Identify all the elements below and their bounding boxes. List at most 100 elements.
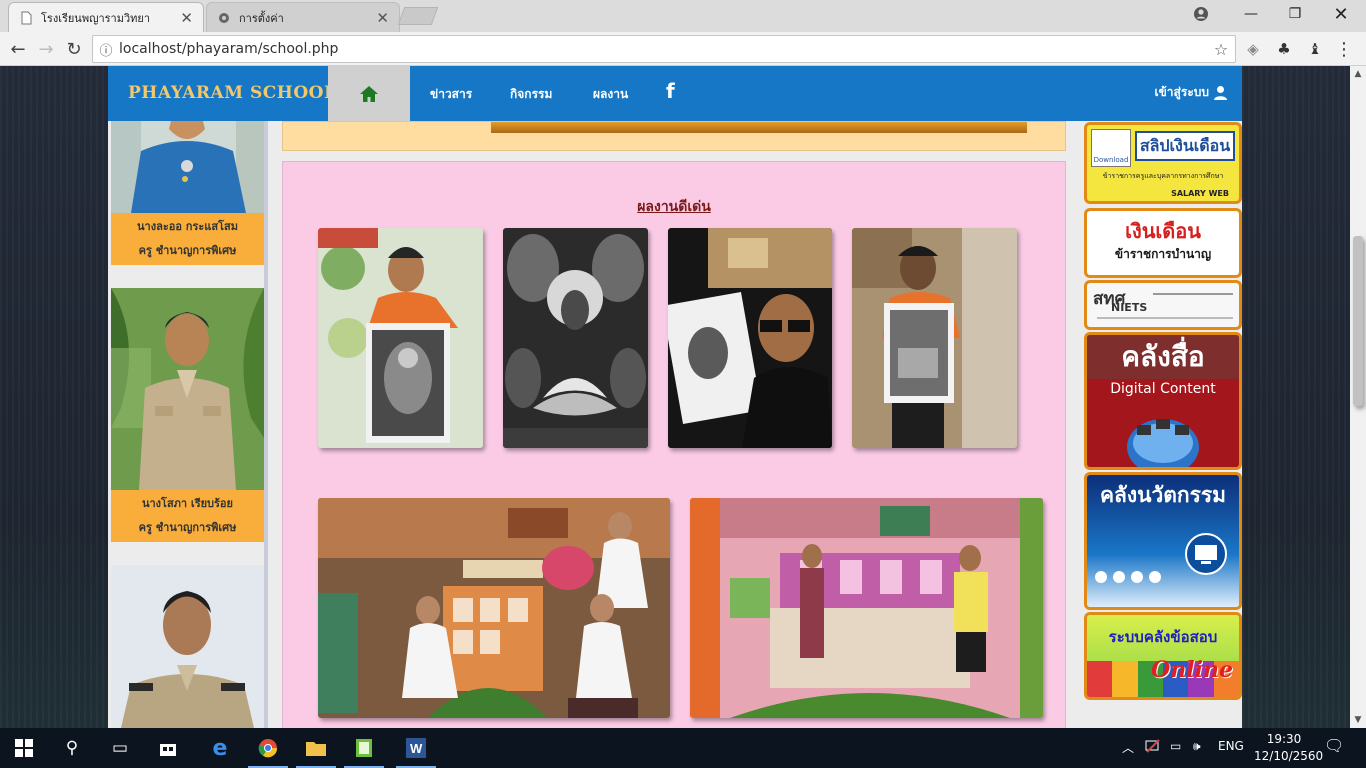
info-icon[interactable]: ⓘ	[93, 40, 119, 59]
tray-chevron-icon[interactable]: ︿	[1122, 739, 1134, 756]
svg-text:W: W	[410, 741, 423, 756]
pension-banner[interactable]: เงินเดือน ข้าราชการบำนาญ	[1087, 211, 1239, 275]
page-scrollbar[interactable]: ▲ ▼	[1350, 66, 1366, 728]
chrome-icon[interactable]	[244, 728, 292, 768]
school-site: PHAYARAM SCHOOL ข่าวสาร กิจกรรม ผลงาน f …	[108, 66, 1242, 728]
clock-time: 19:30	[1266, 732, 1302, 746]
new-tab-button[interactable]	[397, 7, 439, 25]
activity-image[interactable]	[318, 498, 670, 718]
works-section: ผลงานดีเด่น	[282, 161, 1066, 728]
teacher-name: นางโสภา เรียบร้อย	[141, 497, 233, 510]
teacher-photo	[111, 121, 264, 213]
download-icon: Download	[1091, 129, 1131, 167]
globe-icon	[1127, 419, 1199, 467]
close-window-button[interactable]: ✕	[1318, 0, 1364, 28]
teacher-caption: นางละออ กระแสโสม ครู ชำนาญการพิเศษ	[111, 213, 264, 265]
teacher-photo	[111, 288, 264, 490]
work-image[interactable]	[318, 228, 483, 448]
tab-school[interactable]: โรงเรียนพญารามวิทยา ✕	[8, 2, 204, 32]
teacher-sidebar: นางละออ กระแสโสม ครู ชำนาญการพิเศษ นางโส…	[108, 121, 268, 728]
facebook-icon[interactable]: f	[666, 79, 675, 103]
nav-news[interactable]: ข่าวสาร	[430, 85, 472, 104]
download-label: Download	[1093, 156, 1129, 164]
browser-tab-strip: โรงเรียนพญารามวิทยา ✕ การตั้งค่า ✕ — ❐ ✕	[0, 0, 1366, 32]
menu-icon[interactable]: ⋮	[1334, 39, 1354, 60]
pension-line1: เงินเดือน	[1125, 219, 1201, 243]
taskbar-clock[interactable]: 19:30 12/10/2560	[1254, 731, 1324, 765]
teacher-name: นางละออ กระแสโสม	[137, 220, 238, 233]
teacher-photo	[111, 565, 264, 728]
file-explorer-icon[interactable]	[292, 728, 340, 768]
close-icon[interactable]: ✕	[180, 9, 193, 27]
salary-tag: SALARY WEB	[1171, 189, 1229, 198]
home-icon	[360, 85, 378, 102]
digital-content-banner[interactable]: คลังสื่อ Digital Content	[1087, 335, 1239, 467]
scroll-thumb[interactable]	[1353, 236, 1363, 406]
site-brand[interactable]: PHAYARAM SCHOOL	[128, 83, 336, 103]
language-indicator[interactable]: ENG	[1218, 739, 1244, 753]
task-view-icon[interactable]: ▭	[96, 728, 144, 768]
login-label: เข้าสู่ระบบ	[1154, 85, 1210, 99]
home-button[interactable]	[328, 66, 410, 121]
banner-stripe	[491, 122, 1027, 133]
activity-image[interactable]	[690, 498, 1043, 718]
site-navbar: PHAYARAM SCHOOL ข่าวสาร กิจกรรม ผลงาน f …	[108, 66, 1242, 121]
store-icon[interactable]	[144, 728, 192, 768]
digital-title: คลังสื่อ	[1087, 335, 1239, 379]
page-viewport: PHAYARAM SCHOOL ข่าวสาร กิจกรรม ผลงาน f …	[0, 66, 1350, 728]
teacher-position: ครู ชำนาญการพิเศษ	[138, 244, 237, 257]
salary-subtitle: ข้าราชการครูและบุคลากรทางการศึกษา	[1102, 172, 1224, 180]
edge-icon[interactable]: e	[196, 728, 244, 768]
teacher-position: ครู ชำนาญการพิเศษ	[138, 521, 237, 534]
minimize-button[interactable]: —	[1228, 0, 1274, 28]
niets-banner[interactable]: สทศ NIETS	[1087, 283, 1239, 327]
user-icon	[1214, 86, 1227, 100]
scroll-up-icon[interactable]: ▲	[1350, 66, 1366, 82]
profile-icon[interactable]	[1178, 0, 1224, 28]
works-title: ผลงานดีเด่น	[637, 199, 711, 215]
salary-web-banner[interactable]: Download สลิปเงินเดือน ข้าราชการครูและบุ…	[1087, 125, 1239, 201]
bookmark-star-icon[interactable]: ☆	[1207, 40, 1235, 59]
battery-icon[interactable]: ▭	[1170, 739, 1181, 753]
windows-taskbar: ⚲ ▭ e W ︿ ▭ 🕪 ENG 19:30 12/10/2560 🗨	[0, 728, 1366, 768]
address-bar[interactable]: ⓘ ☆	[92, 35, 1236, 63]
restore-button[interactable]: ❐	[1272, 0, 1318, 28]
digital-sub: Digital Content	[1110, 381, 1216, 397]
nav-activities[interactable]: กิจกรรม	[510, 85, 552, 104]
work-image[interactable]	[668, 228, 832, 448]
tab-title: การตั้งค่า	[239, 11, 284, 25]
salary-title: สลิปเงินเดือน	[1135, 131, 1235, 161]
extension-icon[interactable]: ◈	[1243, 39, 1263, 59]
clock-date: 12/10/2560	[1254, 749, 1324, 763]
forward-button[interactable]: →	[34, 37, 58, 61]
teacher-caption: นางโสภา เรียบร้อย ครู ชำนาญการพิเศษ	[111, 490, 264, 542]
url-input[interactable]	[119, 41, 1207, 57]
login-link[interactable]: เข้าสู่ระบบ	[1155, 83, 1229, 102]
tab-settings[interactable]: การตั้งค่า ✕	[206, 2, 400, 32]
start-button[interactable]	[0, 728, 48, 768]
notifications-icon[interactable]: 🗨	[1324, 736, 1344, 755]
scroll-down-icon[interactable]: ▼	[1350, 712, 1366, 728]
exam-title: ระบบคลังข้อสอบ	[1108, 628, 1218, 646]
close-icon[interactable]: ✕	[376, 9, 389, 27]
volume-icon[interactable]: 🕪	[1193, 739, 1201, 754]
link-sidebar: Download สลิปเงินเดือน ข้าราชการครูและบุ…	[1084, 121, 1242, 728]
work-image[interactable]	[503, 228, 648, 448]
chess-extension-icon[interactable]: ♝	[1305, 39, 1325, 59]
network-icon[interactable]	[1145, 739, 1161, 756]
exam-sub: Online	[1151, 657, 1233, 683]
page-icon	[19, 11, 33, 25]
word-icon[interactable]: W	[392, 728, 440, 768]
reload-button[interactable]: ↻	[62, 37, 86, 61]
pension-line2: ข้าราชการบำนาญ	[1114, 247, 1212, 261]
browser-toolbar: ← → ↻ ⓘ ☆ ◈ ♣ ♝ ⋮	[0, 32, 1366, 66]
exam-online-banner[interactable]: ระบบคลังข้อสอบ Online	[1087, 615, 1239, 697]
notepad-app-icon[interactable]	[340, 728, 388, 768]
tab-title: โรงเรียนพญารามวิทยา	[41, 11, 151, 25]
back-button[interactable]: ←	[6, 37, 30, 61]
search-icon[interactable]: ⚲	[48, 728, 96, 768]
work-image[interactable]	[852, 228, 1017, 448]
nav-works[interactable]: ผลงาน	[593, 85, 628, 104]
innovation-banner[interactable]: คลังนวัตกรรม	[1087, 475, 1239, 607]
club-extension-icon[interactable]: ♣	[1274, 39, 1294, 59]
